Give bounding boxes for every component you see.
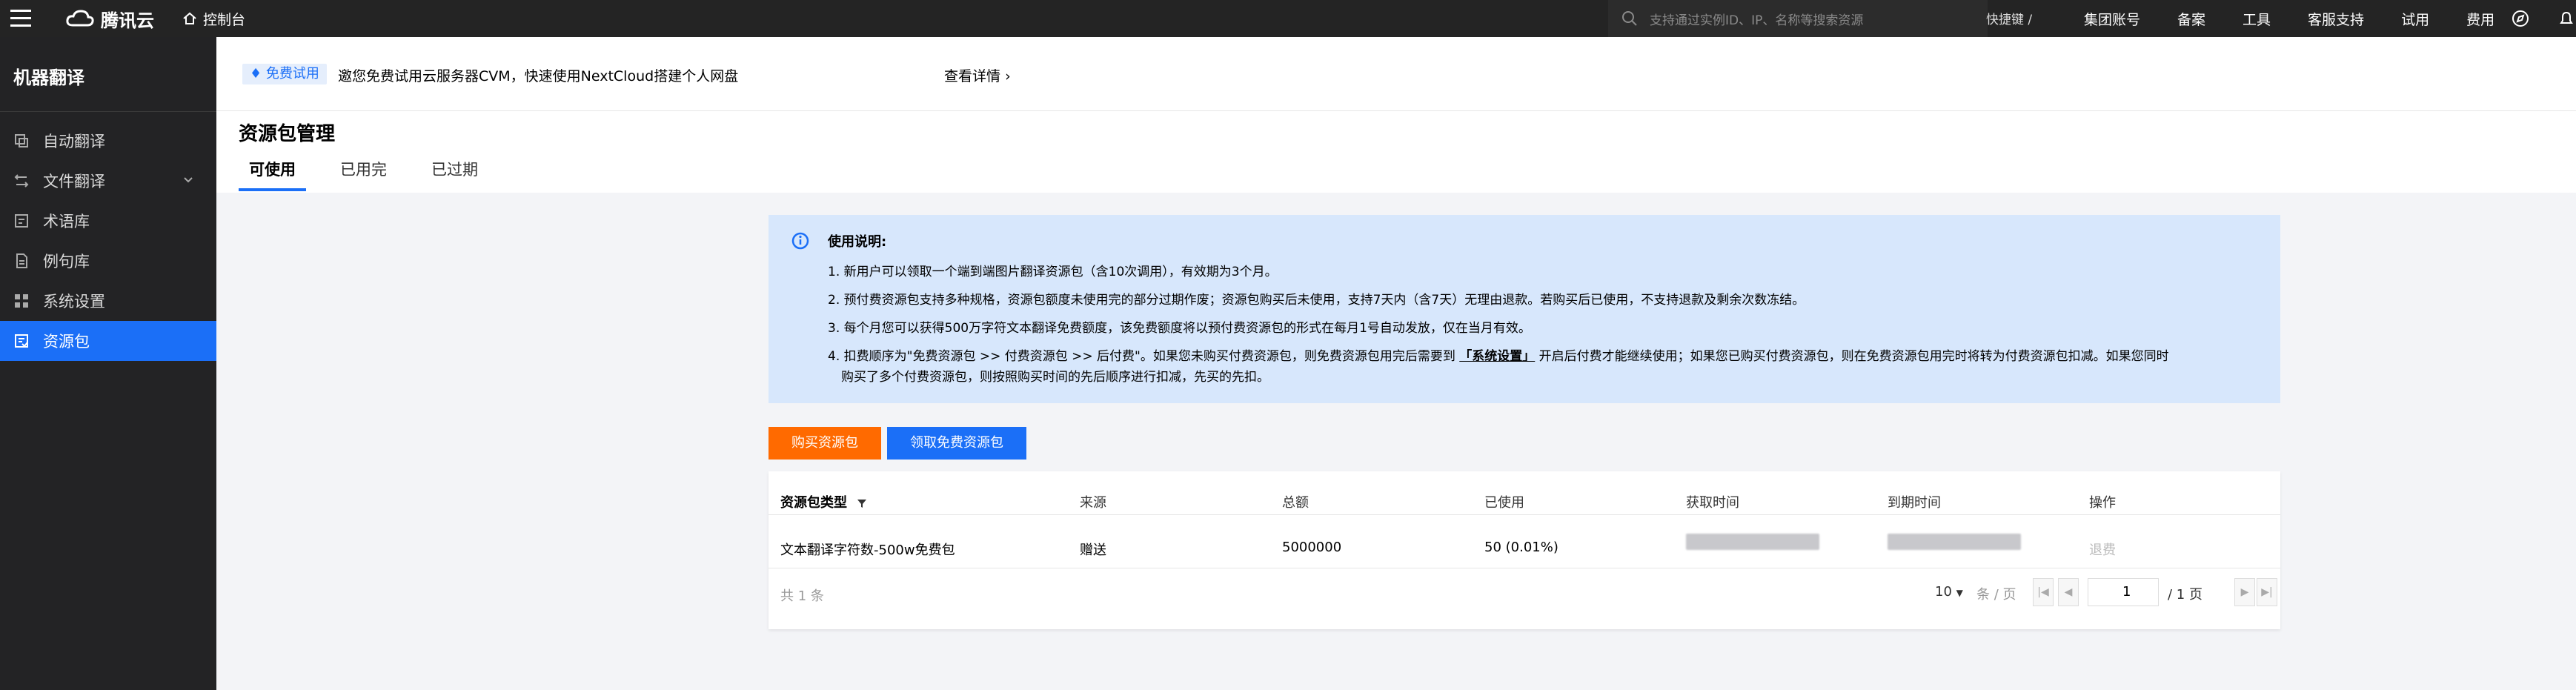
nav-support[interactable]: 客服支持	[2308, 9, 2364, 29]
cell-obtained-time-redacted	[1686, 534, 1819, 550]
usage-instructions: 使用说明: 1. 新用户可以领取一个端到端图片翻译资源包（含10次调用），有效期…	[769, 215, 2280, 403]
page-size-label: 条 / 页	[1976, 587, 2016, 603]
translate-icon	[15, 134, 28, 147]
tab-bar: 可使用 已用完 已过期	[239, 156, 512, 191]
caret-down-icon: ▼	[1956, 588, 1963, 598]
free-trial-label: 免费试用	[265, 66, 319, 82]
sidebar-item-glossary[interactable]: 术语库	[0, 201, 216, 241]
glossary-icon	[15, 214, 28, 228]
buy-package-button[interactable]: 购买资源包	[769, 427, 881, 460]
instruction-line-1: 1. 新用户可以领取一个端到端图片翻译资源包（含10次调用），有效期为3个月。	[828, 265, 1278, 279]
nav-trial[interactable]: 试用	[2401, 9, 2429, 29]
sidebar: 机器翻译 自动翻译 文件翻译 术语库 例句库 系统设置 资源包	[0, 37, 216, 690]
search-icon	[1622, 11, 1637, 26]
sidebar-divider	[0, 111, 216, 112]
package-table: 资源包类型 来源 总额 已使用 获取时间 到期时间 操作 文本翻译字符数-500…	[769, 471, 2280, 629]
cloud-icon	[66, 10, 94, 27]
search-input[interactable]: 支持通过实例ID、IP、名称等搜索资源	[1650, 10, 1863, 28]
tab-expired[interactable]: 已过期	[421, 156, 488, 191]
total-count: 共 1 条	[780, 588, 824, 604]
header-divider	[769, 514, 2280, 515]
page-size-value: 10	[1935, 584, 1952, 600]
sidebar-item-label: 例句库	[43, 253, 90, 271]
global-search[interactable]: 支持通过实例ID、IP、名称等搜索资源	[1608, 0, 1988, 37]
view-details-link[interactable]: 查看详情 ›	[944, 65, 1011, 85]
sidebar-item-label: 文件翻译	[43, 173, 105, 190]
free-trial-badge: ♦ 免费试用	[242, 64, 327, 84]
home-icon	[183, 12, 196, 24]
col-header-used: 已使用	[1484, 495, 1524, 511]
page-header: 资源包管理 可使用 已用完 已过期	[216, 111, 2576, 193]
tab-used-up[interactable]: 已用完	[330, 156, 397, 191]
view-details-label: 查看详情	[944, 68, 1001, 84]
compass-icon[interactable]	[2511, 9, 2530, 28]
brand-name: 腾讯云	[101, 10, 154, 31]
page-total: / 1 页	[2168, 587, 2202, 603]
promo-text: 邀您免费试用云服务器CVM，快速使用NextCloud搭建个人网盘	[338, 68, 739, 84]
bell-icon[interactable]	[2557, 9, 2576, 28]
nav-group-account[interactable]: 集团账号	[2084, 9, 2140, 29]
next-page-button[interactable]: ▶	[2234, 578, 2255, 606]
package-icon	[15, 334, 28, 348]
col-header-source: 来源	[1080, 495, 1106, 511]
first-page-button[interactable]: |◀	[2033, 578, 2054, 606]
instruction-line-4-part-a: 4. 扣费顺序为"免费资源包 >> 付费资源包 >> 后付费"。如果您未购买付费…	[828, 349, 1455, 364]
col-header-type[interactable]: 资源包类型	[780, 492, 868, 511]
promo-notice: ♦ 免费试用 邀您免费试用云服务器CVM，快速使用NextCloud搭建个人网盘…	[216, 37, 2576, 111]
filter-icon[interactable]	[856, 497, 868, 509]
cell-total: 5000000	[1282, 540, 1342, 555]
nav-billing[interactable]: 费用	[2466, 9, 2494, 29]
top-nav-links: 集团账号 备案 工具 客服支持 试用 费用	[2084, 0, 2532, 37]
instruction-line-4-part-b: 开启后付费才能继续使用；如果您已购买付费资源包，则在免费资源包用完时将转为付费资…	[1538, 349, 2169, 364]
system-settings-link[interactable]: 「系统设置」	[1459, 349, 1535, 364]
sidebar-item-file-translate[interactable]: 文件翻译	[0, 161, 216, 201]
nav-tools[interactable]: 工具	[2243, 9, 2271, 29]
chevron-down-icon	[184, 177, 193, 183]
cell-source: 赠送	[1080, 543, 1106, 558]
col-header-expire-time: 到期时间	[1888, 495, 1941, 511]
cell-type: 文本翻译字符数-500w免费包	[780, 543, 955, 558]
instruction-line-3: 3. 每个月您可以获得500万字符文本翻译免费额度，该免费额度将以预付费资源包的…	[828, 321, 1531, 336]
console-label: 控制台	[203, 11, 246, 28]
sidebar-item-label: 自动翻译	[43, 133, 105, 150]
shortcut-hint: 快捷键 /	[1986, 13, 2033, 27]
console-link[interactable]: 控制台	[182, 7, 245, 30]
page-title: 资源包管理	[239, 123, 336, 145]
sidebar-item-settings[interactable]: 系统设置	[0, 281, 216, 321]
settings-grid-icon	[15, 294, 28, 308]
brand-logo[interactable]: 腾讯云	[65, 7, 154, 31]
instruction-line-5: 购买了多个付费资源包，则按照购买时间的先后顺序进行扣减，先买的先扣。	[841, 370, 1269, 385]
nav-beian[interactable]: 备案	[2177, 9, 2205, 29]
tab-available[interactable]: 可使用	[239, 156, 306, 191]
sidebar-title: 机器翻译	[13, 67, 84, 88]
chevron-right-icon: ›	[1005, 68, 1011, 84]
top-navbar: 腾讯云 控制台 支持通过实例ID、IP、名称等搜索资源 快捷键 / 集团账号 备…	[0, 0, 2576, 37]
sidebar-item-label: 术语库	[43, 213, 90, 230]
sentence-icon	[16, 253, 27, 268]
prev-page-button[interactable]: ◀	[2058, 578, 2079, 606]
sidebar-item-packages[interactable]: 资源包	[0, 321, 216, 361]
cell-used: 50 (0.01%)	[1484, 540, 1558, 555]
sidebar-item-label: 系统设置	[43, 293, 105, 311]
page-size-select[interactable]: 10 ▼	[1935, 584, 1963, 600]
instructions-heading: 使用说明:	[828, 234, 887, 250]
sidebar-item-label: 资源包	[43, 333, 90, 351]
info-icon	[791, 232, 809, 250]
claim-free-package-button[interactable]: 领取免费资源包	[887, 427, 1026, 460]
file-icon	[14, 174, 29, 188]
sidebar-item-sentences[interactable]: 例句库	[0, 241, 216, 281]
instruction-line-4: 4. 扣费顺序为"免费资源包 >> 付费资源包 >> 后付费"。如果您未购买付费…	[828, 345, 2169, 364]
col-header-total: 总额	[1282, 495, 1309, 511]
cell-expire-time-redacted	[1888, 534, 2021, 550]
last-page-button[interactable]: ▶|	[2257, 578, 2277, 606]
instruction-line-2: 2. 预付费资源包支持多种规格，资源包额度未使用完的部分过期作废；资源包购买后未…	[828, 293, 1805, 308]
col-header-actions: 操作	[2089, 495, 2116, 511]
page-number-input[interactable]: 1	[2088, 578, 2159, 606]
col-header-type-label: 资源包类型	[780, 495, 847, 511]
menu-icon[interactable]	[10, 10, 33, 27]
sidebar-item-auto-translate[interactable]: 自动翻译	[0, 121, 216, 161]
col-header-obtained-time: 获取时间	[1686, 495, 1739, 511]
refund-action[interactable]: 退费	[2089, 540, 2116, 559]
